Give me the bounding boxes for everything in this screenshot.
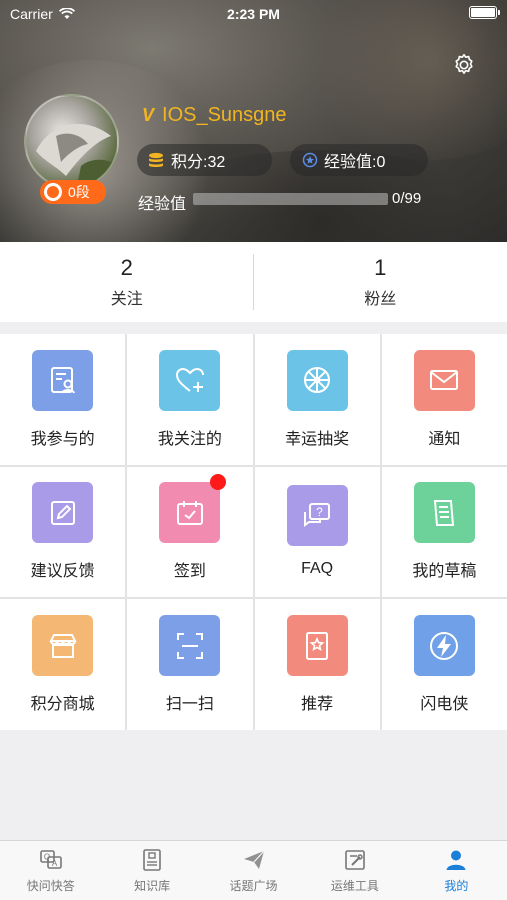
knowledge-icon xyxy=(143,848,161,871)
status-bar: Carrier 2:23 PM xyxy=(0,0,507,28)
tab-label: 知识库 xyxy=(134,878,171,893)
exp-bar-label: 经验值 xyxy=(138,196,187,213)
stat-following[interactable]: 2 关注 xyxy=(0,242,254,322)
tools-icon xyxy=(345,849,365,870)
lightning-icon xyxy=(413,615,475,677)
envelope-icon xyxy=(413,349,475,411)
menu-label: 积分商城 xyxy=(30,696,95,714)
avatar[interactable] xyxy=(24,94,119,189)
tab-quick-qa[interactable]: AQ 快问快答 xyxy=(0,841,101,900)
tab-topic-square[interactable]: 话题广场 xyxy=(203,841,304,900)
menu-item-drafts[interactable]: 我的草稿 xyxy=(381,466,507,598)
edit-icon xyxy=(32,482,94,544)
feature-grid: 我参与的 我关注的 幸运抽奖 通知 建议反馈 签到 ? FAQ 我的草稿 积分商… xyxy=(0,334,507,730)
star-book-icon xyxy=(286,615,348,677)
tab-mine[interactable]: 我的 xyxy=(406,841,507,900)
battery-icon xyxy=(469,6,500,19)
notification-dot xyxy=(210,474,227,491)
vip-icon: V xyxy=(142,105,155,125)
tab-knowledge[interactable]: 知识库 xyxy=(101,841,202,900)
menu-label: 签到 xyxy=(173,563,206,581)
menu-item-following[interactable]: 我关注的 xyxy=(127,334,253,465)
exp-progress-bar xyxy=(193,193,388,205)
menu-label: 建议反馈 xyxy=(30,563,95,581)
menu-item-lottery[interactable]: 幸运抽奖 xyxy=(254,334,380,465)
stat-followers[interactable]: 1 粉丝 xyxy=(254,242,507,322)
level-badge: 0段 xyxy=(40,180,106,204)
stat-count: 1 xyxy=(374,255,387,280)
calendar-check-icon xyxy=(159,474,227,544)
paper-plane-icon xyxy=(243,850,264,869)
scan-icon xyxy=(159,615,221,677)
menu-label: FAQ xyxy=(301,560,334,578)
menu-label: 推荐 xyxy=(301,696,334,714)
store-icon xyxy=(32,615,94,677)
menu-item-scan[interactable]: 扫一扫 xyxy=(127,599,253,730)
menu-label: 通知 xyxy=(428,430,461,448)
exp-icon xyxy=(302,152,318,168)
menu-label: 我关注的 xyxy=(157,430,222,448)
tab-label: 运维工具 xyxy=(330,878,379,893)
menu-label: 扫一扫 xyxy=(165,696,214,714)
menu-item-feedback[interactable]: 建议反馈 xyxy=(0,466,126,598)
clock: 2:23 PM xyxy=(227,6,280,22)
menu-item-faq[interactable]: ? FAQ xyxy=(254,466,380,598)
exp-label: 经验值:0 xyxy=(324,154,386,171)
stats-row: 2 关注 1 粉丝 xyxy=(0,242,507,322)
level-label: 0段 xyxy=(68,184,90,200)
tab-label: 快问快答 xyxy=(26,878,75,893)
stat-label: 关注 xyxy=(110,291,143,308)
points-label: 积分:32 xyxy=(171,154,226,171)
document-icon xyxy=(413,482,475,544)
menu-label: 幸运抽奖 xyxy=(285,430,350,448)
tab-label: 我的 xyxy=(444,878,469,893)
stats-divider xyxy=(253,254,254,310)
coins-icon xyxy=(149,152,163,167)
svg-text:Q: Q xyxy=(44,852,50,861)
menu-item-points-store[interactable]: 积分商城 xyxy=(0,599,126,730)
menu-item-recommend[interactable]: 推荐 xyxy=(254,599,380,730)
tab-ops-tools[interactable]: 运维工具 xyxy=(304,841,405,900)
exp-pill[interactable]: 经验值:0 xyxy=(290,144,428,176)
menu-label: 我的草稿 xyxy=(412,563,477,581)
menu-label: 闪电侠 xyxy=(420,696,469,714)
tab-label: 话题广场 xyxy=(229,878,278,893)
menu-item-notification[interactable]: 通知 xyxy=(381,334,507,465)
user-icon xyxy=(446,850,466,870)
tab-bar: AQ 快问快答 知识库 话题广场 运维工具 我的 xyxy=(0,840,507,900)
svg-text:A: A xyxy=(52,859,58,868)
user-title: V IOS_Sunsgne xyxy=(142,104,287,127)
menu-item-checkin[interactable]: 签到 xyxy=(127,466,253,598)
menu-item-flash[interactable]: 闪电侠 xyxy=(381,599,507,730)
menu-label: 我参与的 xyxy=(30,430,95,448)
exp-value: 0/99 xyxy=(392,190,422,207)
stat-count: 2 xyxy=(120,255,133,280)
avatar-photo xyxy=(36,124,116,187)
points-pill[interactable]: 积分:32 xyxy=(137,144,272,176)
username: IOS_Sunsgne xyxy=(162,104,287,126)
lottery-wheel-icon xyxy=(286,349,348,411)
question-chat-icon: ? xyxy=(286,485,348,547)
qa-icon: AQ xyxy=(39,849,62,869)
menu-item-participated[interactable]: 我参与的 xyxy=(0,334,126,465)
stat-label: 粉丝 xyxy=(364,291,397,308)
svg-text:?: ? xyxy=(316,505,323,519)
heart-plus-icon xyxy=(159,349,221,411)
gear-icon[interactable] xyxy=(451,52,477,78)
profile-card-icon xyxy=(32,349,94,411)
profile-header: Carrier 2:23 PM 0段 V IOS_Sunsgne 积分:32 经… xyxy=(0,0,507,242)
medal-icon xyxy=(44,183,62,201)
